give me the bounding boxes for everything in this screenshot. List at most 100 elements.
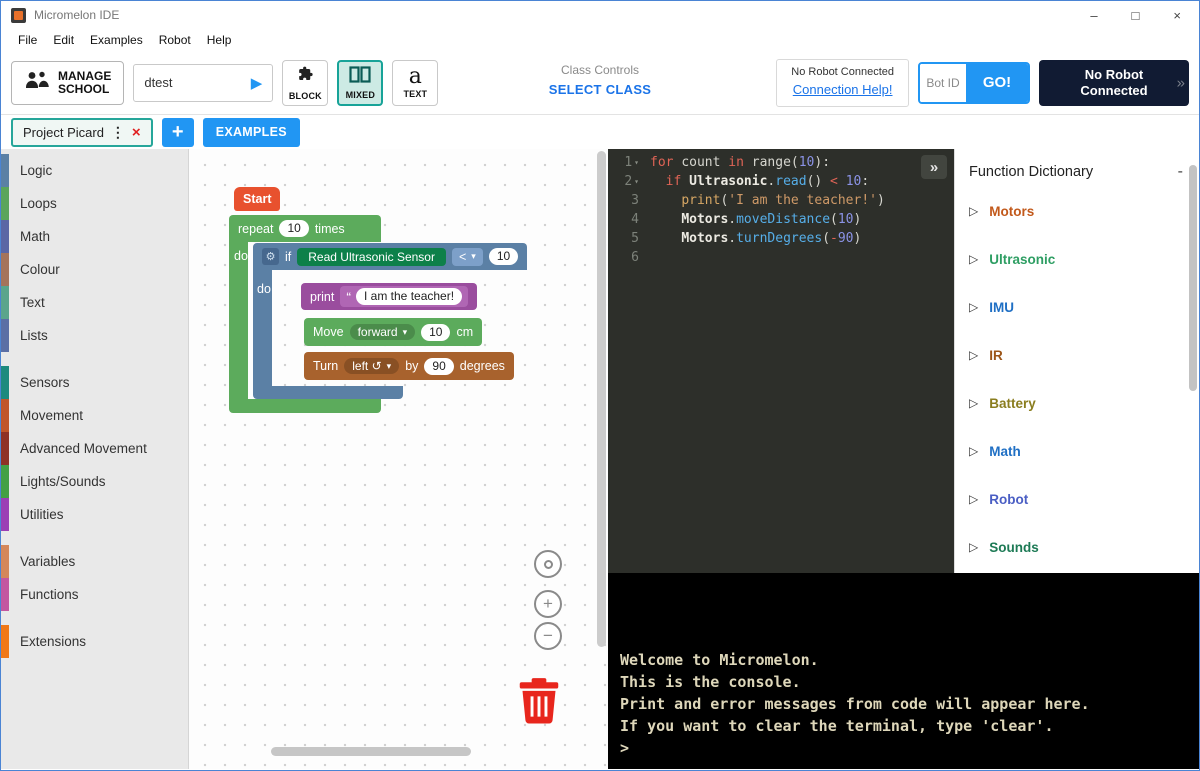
editor-expand-button[interactable]: » xyxy=(921,155,947,179)
move-distance-field[interactable]: 10 xyxy=(421,324,450,341)
mode-mixed-button[interactable]: MIXED xyxy=(337,60,383,106)
comparison-value-field[interactable]: 10 xyxy=(489,248,518,265)
start-block[interactable]: Start xyxy=(234,187,280,211)
robot-connection-button[interactable]: No Robot Connected » xyxy=(1039,60,1189,106)
palette-category[interactable]: Advanced Movement xyxy=(1,432,188,465)
ultrasonic-sensor-block[interactable]: Read Ultrasonic Sensor xyxy=(297,248,446,266)
expander-triangle-icon[interactable]: ▷ xyxy=(969,492,978,506)
palette-category[interactable]: Variables xyxy=(1,545,188,578)
comparison-dropdown[interactable]: < ▾ xyxy=(452,248,483,266)
print-text-field[interactable]: I am the teacher! xyxy=(356,288,462,305)
people-icon xyxy=(24,70,50,95)
repeat-block-spine[interactable]: do xyxy=(229,241,248,400)
add-project-button[interactable]: + xyxy=(162,118,194,147)
palette-category[interactable]: Loops xyxy=(1,187,188,220)
repeat-count-field[interactable]: 10 xyxy=(279,220,308,237)
window-title: Micromelon IDE xyxy=(34,8,1090,22)
turn-direction-dropdown[interactable]: left ↺ ▾ xyxy=(344,358,399,374)
select-class-button[interactable]: SELECT CLASS xyxy=(549,82,652,97)
minimize-panel-icon[interactable]: - xyxy=(1178,163,1183,181)
expander-triangle-icon[interactable]: ▷ xyxy=(969,252,978,266)
palette-category[interactable]: Sensors xyxy=(1,366,188,399)
palette-category[interactable]: Extensions xyxy=(1,625,188,658)
mode-mixed-label: MIXED xyxy=(346,90,376,100)
palette-category[interactable]: Colour xyxy=(1,253,188,286)
print-block[interactable]: print “ I am the teacher! xyxy=(301,283,477,310)
dictionary-item[interactable]: ▷ IMU xyxy=(955,283,1199,331)
zoom-reset-button[interactable] xyxy=(534,550,562,578)
palette-category-label: Advanced Movement xyxy=(20,441,147,456)
palette-category[interactable]: Lights/Sounds xyxy=(1,465,188,498)
robot-status-line1: No Robot xyxy=(1080,67,1147,83)
console-line: Print and error messages from code will … xyxy=(620,693,1187,715)
if-block[interactable]: ⚙ if Read Ultrasonic Sensor < ▾ 10 xyxy=(253,243,527,270)
trash-button[interactable] xyxy=(517,677,561,730)
palette-category[interactable]: Math xyxy=(1,220,188,253)
palette-category[interactable]: Text xyxy=(1,286,188,319)
close-tab-icon[interactable]: × xyxy=(132,124,141,141)
if-block-bottom[interactable] xyxy=(253,386,403,399)
run-icon[interactable]: ▶ xyxy=(251,74,263,92)
close-window-icon[interactable]: × xyxy=(1173,8,1181,23)
dictionary-item[interactable]: ▷ Battery xyxy=(955,379,1199,427)
examples-button[interactable]: EXAMPLES xyxy=(203,118,300,147)
kebab-menu-icon[interactable]: ⋮ xyxy=(111,124,125,141)
blockly-workspace[interactable]: Start repeat 10 times do ⚙ if Read Ultra… xyxy=(189,149,608,769)
expander-triangle-icon[interactable]: ▷ xyxy=(969,540,978,554)
gear-icon[interactable]: ⚙ xyxy=(262,248,279,265)
expander-triangle-icon[interactable]: ▷ xyxy=(969,348,978,362)
palette-category[interactable]: Movement xyxy=(1,399,188,432)
minimize-window-icon[interactable]: – xyxy=(1090,8,1097,23)
menu-item[interactable]: Help xyxy=(200,31,239,49)
dictionary-scrollbar[interactable] xyxy=(1189,165,1197,391)
expander-triangle-icon[interactable]: ▷ xyxy=(969,300,978,314)
palette-category-label: Loops xyxy=(20,196,57,211)
menu-item[interactable]: File xyxy=(11,31,44,49)
palette-category[interactable]: Lists xyxy=(1,319,188,352)
zoom-out-button[interactable]: − xyxy=(534,622,562,650)
turn-direction-value: left ↺ xyxy=(352,359,381,373)
code-editor[interactable]: 1▾2▾3456 for count in range(10): if Ultr… xyxy=(608,149,1199,573)
palette-category[interactable]: Utilities xyxy=(1,498,188,531)
dictionary-item[interactable]: ▷ IR xyxy=(955,331,1199,379)
expander-triangle-icon[interactable]: ▷ xyxy=(969,204,978,218)
turn-degrees-field[interactable]: 90 xyxy=(424,358,453,375)
dictionary-item[interactable]: ▷ Ultrasonic xyxy=(955,235,1199,283)
panel-collapse-icon[interactable]: » xyxy=(1177,74,1185,91)
workspace-vertical-scrollbar[interactable] xyxy=(597,151,606,647)
manage-school-button[interactable]: MANAGE SCHOOL xyxy=(11,61,124,105)
robot-status-line2: Connected xyxy=(1080,83,1147,99)
bot-id-input[interactable]: Bot ID xyxy=(920,64,966,102)
palette-category[interactable]: Functions xyxy=(1,578,188,611)
connection-help-link[interactable]: Connection Help! xyxy=(791,82,894,97)
string-block[interactable]: “ I am the teacher! xyxy=(340,286,468,307)
repeat-block[interactable]: repeat 10 times xyxy=(229,215,381,242)
workspace-horizontal-scrollbar[interactable] xyxy=(271,747,471,756)
expander-triangle-icon[interactable]: ▷ xyxy=(969,444,978,458)
dictionary-item[interactable]: ▷ Robot xyxy=(955,475,1199,523)
mode-block-button[interactable]: BLOCK xyxy=(282,60,328,106)
move-direction-dropdown[interactable]: forward ▾ xyxy=(350,324,416,340)
palette-category[interactable]: Logic xyxy=(1,154,188,187)
zoom-in-button[interactable]: + xyxy=(534,590,562,618)
dictionary-item[interactable]: ▷ Motors xyxy=(955,187,1199,235)
editor-code[interactable]: for count in range(10): if Ultrasonic.re… xyxy=(644,149,954,573)
turn-block[interactable]: Turn left ↺ ▾ by 90 degrees xyxy=(304,352,514,380)
project-selector[interactable]: dtest ▶ xyxy=(133,64,273,102)
project-tab[interactable]: Project Picard ⋮ × xyxy=(11,118,153,147)
go-button[interactable]: GO! xyxy=(966,64,1028,102)
turn-label: Turn xyxy=(313,359,338,373)
if-block-spine[interactable]: do xyxy=(253,270,272,386)
menu-item[interactable]: Edit xyxy=(46,31,81,49)
chevron-down-icon: ▾ xyxy=(403,327,408,338)
expander-triangle-icon[interactable]: ▷ xyxy=(969,396,978,410)
repeat-block-bottom[interactable] xyxy=(229,399,381,413)
dictionary-item[interactable]: ▷ Math xyxy=(955,427,1199,475)
move-block[interactable]: Move forward ▾ 10 cm xyxy=(304,318,482,346)
console-terminal[interactable]: Welcome to Micromelon.This is the consol… xyxy=(608,573,1199,769)
maximize-window-icon[interactable]: □ xyxy=(1132,8,1140,23)
dictionary-item[interactable]: ▷ Sounds xyxy=(955,523,1199,571)
menu-item[interactable]: Robot xyxy=(152,31,198,49)
mode-text-button[interactable]: a TEXT xyxy=(392,60,438,106)
menu-item[interactable]: Examples xyxy=(83,31,150,49)
